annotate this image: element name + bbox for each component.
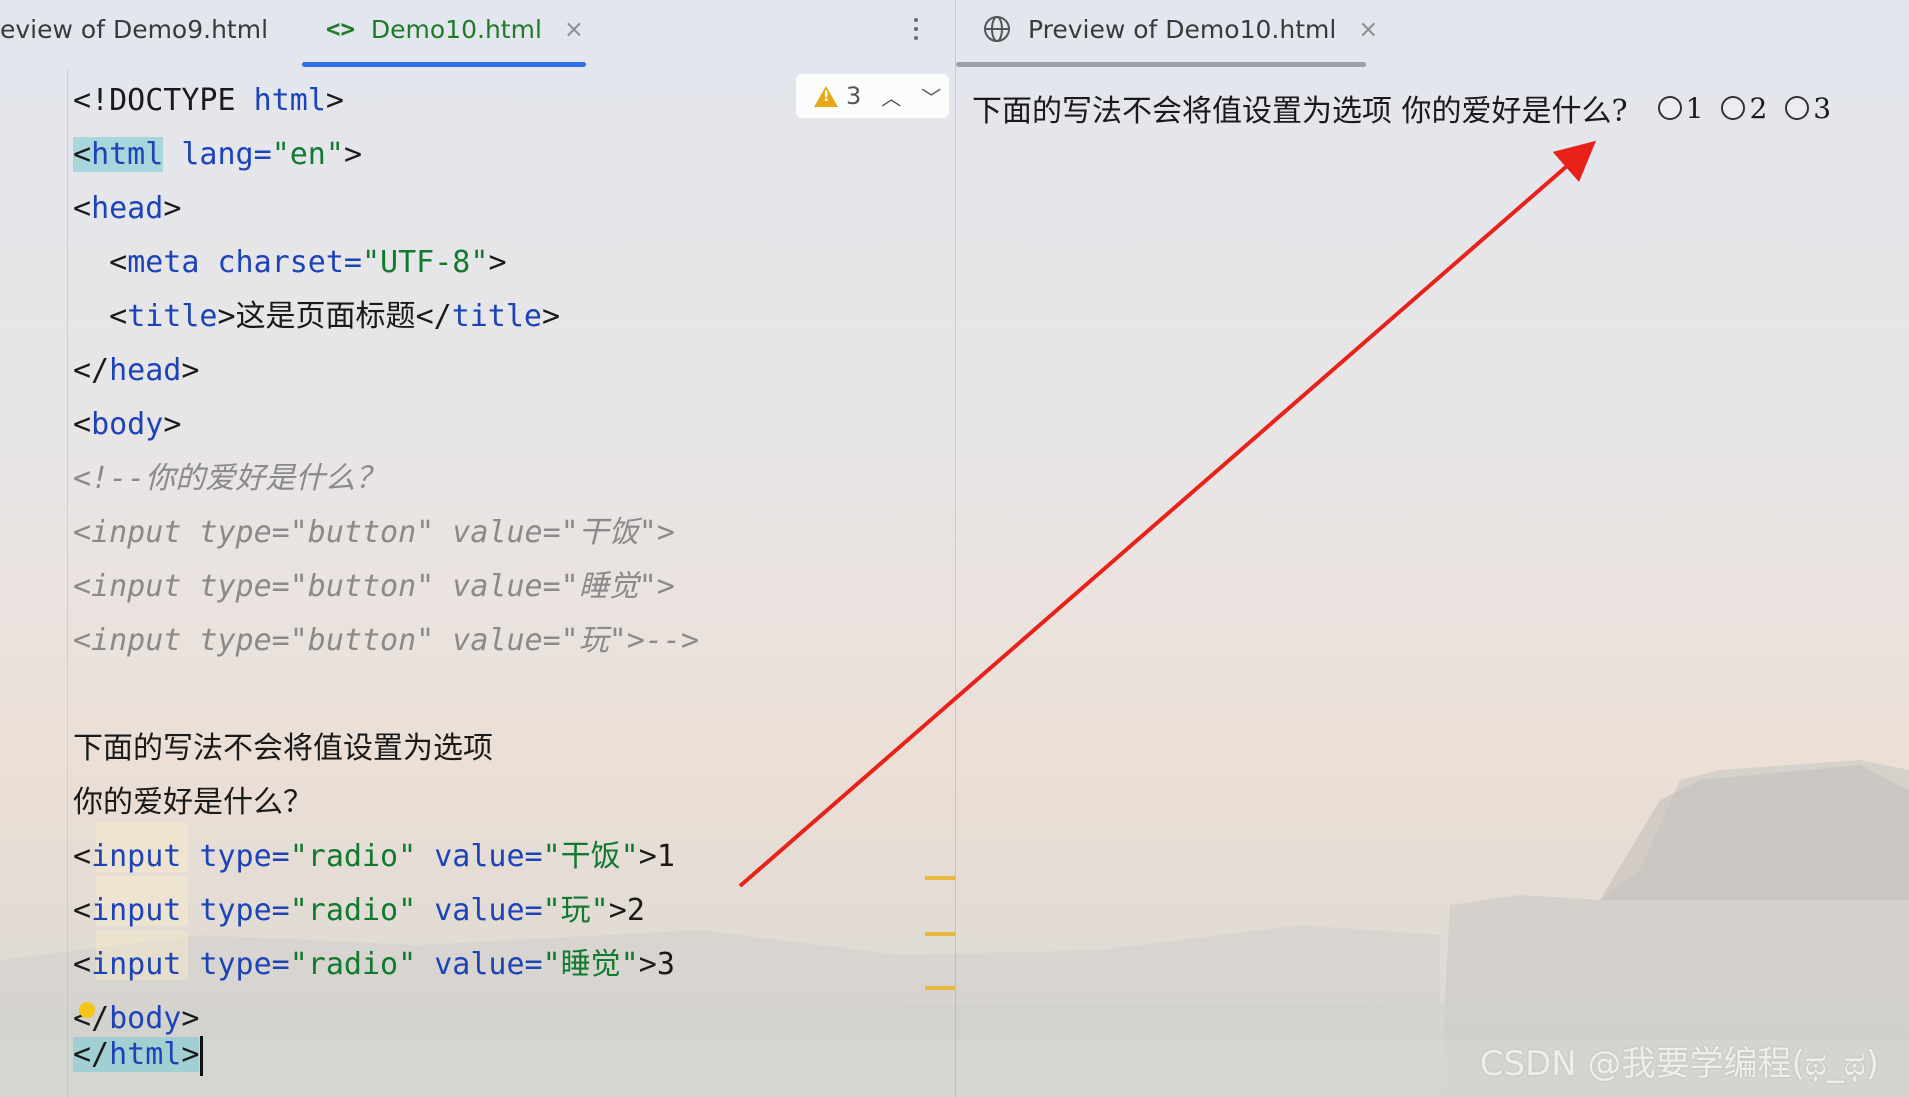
preview-tabbar: Preview of Demo10.html × <box>956 0 1909 68</box>
tab-demo9-preview[interactable]: eview of Demo9.html <box>0 0 268 58</box>
warning-stripe-mark[interactable] <box>925 986 955 990</box>
inspection-widget[interactable]: 3 ︿ ﹀ <box>796 74 949 118</box>
chevron-down-icon[interactable]: ﹀ <box>921 82 941 111</box>
watermark: CSDN @我要学编程(ಥ_ಥ) <box>1479 1044 1879 1084</box>
warning-count: 3 <box>846 82 862 110</box>
code-line-11: <input type="button" value="玩">--> <box>73 623 700 658</box>
code-line-13: 下面的写法不会将值设置为选项 <box>73 731 493 766</box>
code-line-16: <input type="radio" value="玩">2 <box>73 893 645 928</box>
warning-stripe-mark[interactable] <box>925 932 955 936</box>
code-line-19: </html> <box>73 1030 204 1080</box>
tab-demo10[interactable]: <> Demo10.html × <box>326 0 584 58</box>
code-line-5: <title>这是页面标题</title> <box>109 299 561 334</box>
radio-option[interactable]: 1 <box>1657 92 1703 125</box>
editor-tabbar: eview of Demo9.html <> Demo10.html × <box>0 0 955 68</box>
code-line-15: <input type="radio" value="干饭">1 <box>73 839 675 874</box>
radio-button[interactable] <box>1657 96 1682 120</box>
more-options-icon[interactable] <box>910 12 922 46</box>
warning-icon <box>814 85 838 107</box>
close-icon[interactable]: × <box>564 15 584 43</box>
tab-label: Demo10.html <box>370 14 542 44</box>
code-line-14: 你的爱好是什么？ <box>73 785 313 820</box>
preview-question-text: 下面的写法不会将值设置为选项 你的爱好是什么? <box>972 94 1628 129</box>
radio-option[interactable]: 2 <box>1721 92 1767 125</box>
tab-demo10-preview[interactable]: Preview of Demo10.html × <box>982 0 1378 58</box>
radio-button[interactable] <box>1785 96 1810 120</box>
warning-stripe-mark[interactable] <box>925 876 955 880</box>
chevron-up-icon[interactable]: ︿ <box>881 82 901 111</box>
radio-group: 1 2 3 <box>1657 92 1849 125</box>
preview-content: 下面的写法不会将值设置为选项 你的爱好是什么? 1 2 3 <box>972 86 1849 130</box>
active-tab-indicator <box>956 62 1366 67</box>
code-line-17: <input type="radio" value="睡觉">3 <box>73 947 675 982</box>
code-line-8: <!--你的爱好是什么？ <box>73 461 386 496</box>
code-line-1: <!DOCTYPE html> <box>73 83 344 118</box>
code-editor[interactable]: <!DOCTYPE html> <html lang="en"> <head> … <box>0 68 955 1097</box>
code-line-3: <head> <box>73 191 182 226</box>
code-line-10: <input type="button" value="睡觉"> <box>73 569 675 604</box>
code-line-7: <body> <box>73 407 182 442</box>
tab-label: eview of Demo9.html <box>0 14 269 44</box>
code-line-9: <input type="button" value="干饭"> <box>73 515 675 550</box>
radio-button[interactable] <box>1721 96 1746 120</box>
code-line-2: <html lang="en"> <box>73 137 362 172</box>
radio-option[interactable]: 3 <box>1785 92 1831 125</box>
text-caret <box>200 1035 204 1076</box>
close-icon[interactable]: × <box>1358 15 1378 43</box>
code-icon: <> <box>326 15 355 43</box>
active-tab-indicator <box>302 62 586 67</box>
code-line-4: <meta charset="UTF-8"> <box>109 245 507 280</box>
html-preview: 下面的写法不会将值设置为选项 你的爱好是什么? 1 2 3 <box>956 68 1909 1097</box>
tab-label: Preview of Demo10.html <box>1028 14 1337 44</box>
code-line-6: </head> <box>73 353 200 388</box>
globe-icon <box>984 16 1010 42</box>
